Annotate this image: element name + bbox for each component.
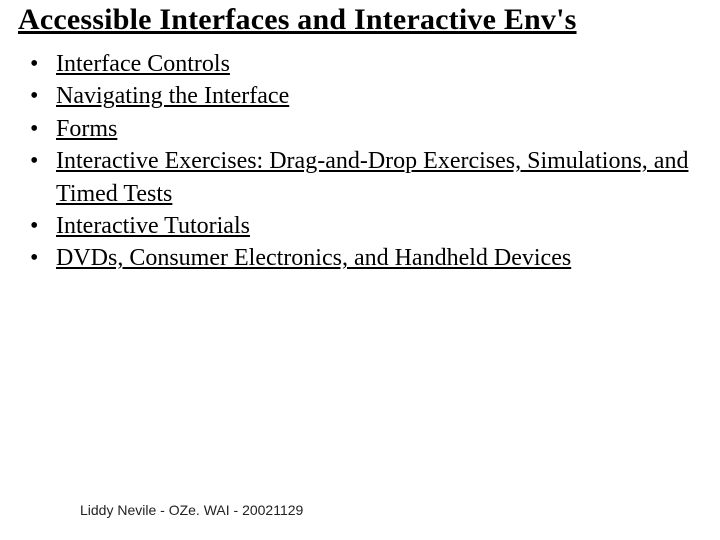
list-item: Navigating the Interface [26,80,702,112]
link-interface-controls[interactable]: Interface Controls [56,51,230,77]
list-item: Forms [26,113,702,145]
list-item: DVDs, Consumer Electronics, and Handheld… [26,242,702,274]
slide-title: Accessible Interfaces and Interactive En… [18,2,702,38]
link-interactive-tutorials[interactable]: Interactive Tutorials [56,213,250,239]
link-forms[interactable]: Forms [56,116,117,142]
slide: Accessible Interfaces and Interactive En… [0,2,720,540]
list-item: Interactive Tutorials [26,210,702,242]
link-dvds-electronics[interactable]: DVDs, Consumer Electronics, and Handheld… [56,245,571,271]
bullet-list: Interface Controls Navigating the Interf… [26,48,702,275]
list-item: Interactive Exercises: Drag-and-Drop Exe… [26,145,702,210]
slide-footer: Liddy Nevile - OZe. WAI - 20021129 [80,502,303,518]
link-interactive-exercises[interactable]: Interactive Exercises: Drag-and-Drop Exe… [56,148,688,206]
link-navigating-interface[interactable]: Navigating the Interface [56,83,289,109]
list-item: Interface Controls [26,48,702,80]
